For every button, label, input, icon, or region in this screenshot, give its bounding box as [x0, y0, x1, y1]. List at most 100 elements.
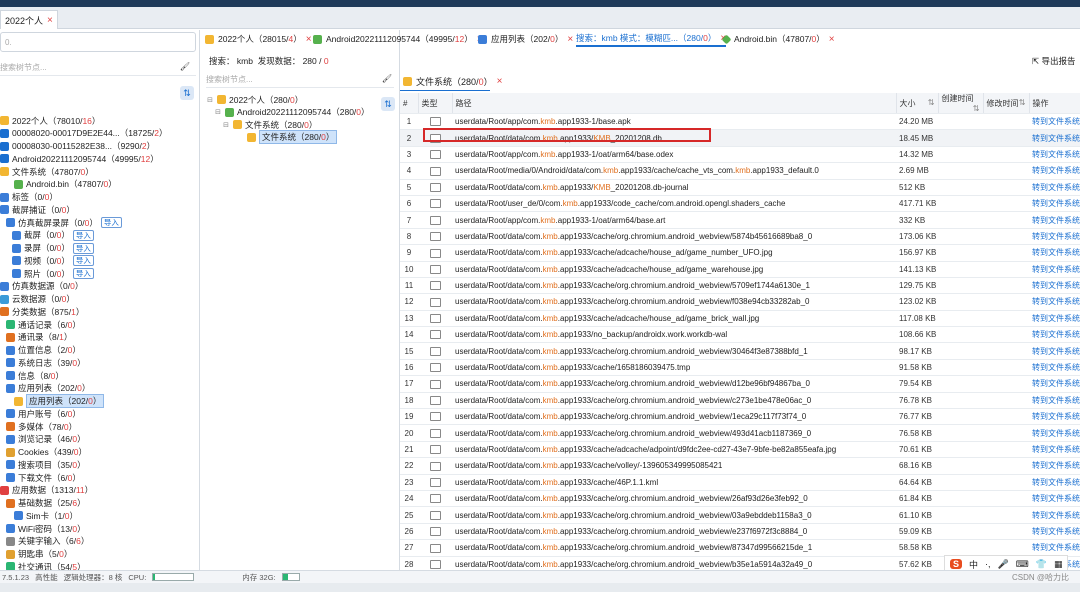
import-button[interactable]: 导入	[72, 242, 94, 254]
goto-filesystem-link[interactable]: 转到文件系统	[1029, 211, 1080, 229]
goto-filesystem-link[interactable]: 转到文件系统	[1029, 359, 1080, 377]
column-header[interactable]: 大小 ⇅	[896, 93, 939, 114]
tree-item[interactable]: 00008030-00115282E38...（9290/2）	[0, 140, 199, 153]
file-system-tab[interactable]: 文件系统（280/0） ×	[403, 73, 502, 90]
table-row[interactable]: 5 userdata/Root/data/com.kmb.app1933/KMB_…	[400, 179, 1080, 196]
table-row[interactable]: 19 userdata/Root/data/com.kmb.app1933/cac…	[400, 408, 1080, 426]
table-row[interactable]: 25 userdata/Root/data/com.kmb.app1933/cac…	[400, 506, 1080, 524]
tree-search-input[interactable]: 搜索树节点... 🖌	[0, 62, 196, 76]
tree-item[interactable]: 截屏捕证（0/0）	[0, 203, 199, 216]
table-row[interactable]: 15 userdata/Root/data/com.kmb.app1933/cac…	[400, 342, 1080, 360]
tree-item[interactable]: Cookies（439/0）	[0, 446, 199, 459]
goto-filesystem-link[interactable]: 转到文件系统	[1029, 195, 1080, 213]
close-icon[interactable]: ×	[47, 15, 53, 26]
tree-item[interactable]: 标签（0/0）	[0, 191, 199, 204]
column-header[interactable]: 操作	[1029, 93, 1080, 114]
mid-tree-item[interactable]: ⊟ 2022个人（280/0）	[200, 93, 400, 106]
goto-filesystem-link[interactable]: 转到文件系统	[1029, 129, 1080, 147]
import-button[interactable]: 导入	[72, 268, 94, 279]
goto-filesystem-link[interactable]: 转到文件系统	[1029, 228, 1080, 246]
table-row[interactable]: 14 userdata/Root/data/com.kmb.app1933/no_…	[400, 326, 1080, 344]
table-row[interactable]: 4 userdata/Root/media/0/Android/data/com.…	[400, 162, 1080, 180]
table-row[interactable]: 7 userdata/Root/app/com.kmb.app1933-1/oat…	[400, 211, 1080, 229]
tree-item[interactable]: 文件系统（47807/0）	[0, 165, 199, 178]
tree-item[interactable]: Android.bin（47807/0）	[0, 178, 199, 191]
tree-item[interactable]: 截屏（0/0） 导入	[0, 229, 199, 242]
column-header[interactable]: #	[400, 93, 419, 114]
goto-filesystem-link[interactable]: 转到文件系统	[1029, 474, 1080, 491]
tree-item[interactable]: Sim卡（1/0）	[0, 509, 199, 522]
tree-item[interactable]: WiFi密码（13/0）	[0, 522, 199, 535]
table-row[interactable]: 3 userdata/Root/app/com.kmb.app1933-1/oat…	[400, 146, 1080, 164]
grid-icon[interactable]: ▦	[1054, 559, 1063, 570]
goto-filesystem-link[interactable]: 转到文件系统	[1029, 342, 1080, 360]
table-row[interactable]: 13 userdata/Root/data/com.kmb.app1933/cac…	[400, 310, 1080, 328]
goto-filesystem-link[interactable]: 转到文件系统	[1029, 146, 1080, 164]
content-tab[interactable]: 应用列表（202/0） ×	[478, 31, 573, 47]
brush-icon[interactable]: 🖌	[382, 74, 392, 83]
tree-item[interactable]: 应用列表（202/0）	[0, 394, 199, 408]
table-row[interactable]: 23 userdata/Root/data/com.kmb.app1933/cac…	[400, 474, 1080, 491]
goto-filesystem-link[interactable]: 转到文件系统	[1029, 179, 1080, 196]
tree-item[interactable]: 仿真截屏录屏（0/0） 导入	[0, 216, 199, 229]
sort-icon[interactable]: ⇅	[928, 98, 935, 107]
tree-item[interactable]: 00008020-00017D9E2E44...（18725/2）	[0, 127, 199, 140]
table-row[interactable]: 16 userdata/Root/data/com.kmb.app1933/cac…	[400, 359, 1080, 377]
export-report-button[interactable]: ⇱ 导出报告	[1032, 55, 1076, 67]
goto-filesystem-link[interactable]: 转到文件系统	[1029, 523, 1080, 541]
table-row[interactable]: 8 userdata/Root/data/com.kmb.app1933/cach…	[400, 228, 1080, 246]
tree-item[interactable]: 仿真数据源（0/0）	[0, 280, 199, 293]
case-search-input[interactable]: 0.	[0, 32, 196, 52]
tree-item[interactable]: 照片（0/0） 导入	[0, 267, 199, 280]
goto-filesystem-link[interactable]: 转到文件系统	[1029, 310, 1080, 328]
table-row[interactable]: 18 userdata/Root/data/com.kmb.app1933/cac…	[400, 392, 1080, 410]
column-header[interactable]: 路径	[452, 93, 897, 114]
tree-item[interactable]: 社交通讯（54/5）	[0, 560, 199, 570]
tree-item[interactable]: Android20221112095744（49995/12）	[0, 152, 199, 165]
sort-button[interactable]: ⇅	[180, 86, 194, 100]
tree-item[interactable]: 基础数据（25/6）	[0, 497, 199, 510]
microphone-icon[interactable]: 🎤	[998, 559, 1009, 570]
content-tab[interactable]: 2022个人（28015/4） ×	[205, 31, 312, 47]
goto-filesystem-link[interactable]: 转到文件系统	[1029, 326, 1080, 344]
tree-item[interactable]: 系统日志（39/0）	[0, 356, 199, 369]
ime-punct[interactable]: ·,	[985, 559, 991, 569]
goto-filesystem-link[interactable]: 转到文件系统	[1029, 244, 1080, 262]
tree-item[interactable]: 通话记录（6/0）	[0, 318, 199, 331]
tree-item[interactable]: 钥匙串（5/0）	[0, 548, 199, 561]
import-button[interactable]: 导入	[100, 217, 122, 228]
goto-filesystem-link[interactable]: 转到文件系统	[1029, 539, 1080, 557]
mid-tree-item[interactable]: 文件系统（280/0）	[200, 130, 400, 144]
mid-tree-item[interactable]: ⊟ Android20221112095744（280/0）	[200, 106, 400, 119]
content-tab[interactable]: 搜索：kmb 模式：模糊匹...（280/0）×	[576, 31, 727, 47]
goto-filesystem-link[interactable]: 转到文件系统	[1029, 441, 1080, 459]
goto-filesystem-link[interactable]: 转到文件系统	[1029, 277, 1080, 295]
table-row[interactable]: 24 userdata/Root/data/com.kmb.app1933/cac…	[400, 490, 1080, 508]
close-icon[interactable]: ×	[829, 34, 835, 45]
table-row[interactable]: 22 userdata/Root/data/com.kmb.app1933/cac…	[400, 457, 1080, 475]
content-tab[interactable]: Android.bin（47807/0） ×	[721, 31, 835, 47]
tree-item[interactable]: 分类数据（875/1）	[0, 305, 199, 318]
skin-icon[interactable]: 👕	[1036, 559, 1047, 570]
keyboard-icon[interactable]: ⌨	[1016, 559, 1029, 570]
close-icon[interactable]: ×	[567, 34, 573, 45]
window-tab[interactable]: 2022个人 ×	[0, 10, 58, 29]
goto-filesystem-link[interactable]: 转到文件系统	[1029, 490, 1080, 508]
column-header[interactable]: 创建时间 ⇅	[938, 93, 984, 114]
goto-filesystem-link[interactable]: 转到文件系统	[1029, 506, 1080, 524]
table-row[interactable]: 6 userdata/Root/user_de/0/com.kmb.app1933…	[400, 195, 1080, 213]
column-header[interactable]: 修改时间 ⇅	[983, 93, 1030, 114]
table-row[interactable]: 11 userdata/Root/data/com.kmb.app1933/cac…	[400, 277, 1080, 295]
tree-item[interactable]: 位置信息（2/0）	[0, 344, 199, 357]
sort-icon[interactable]: ⇅	[973, 104, 980, 113]
table-row[interactable]: 17 userdata/Root/data/com.kmb.app1933/cac…	[400, 375, 1080, 393]
tree-item[interactable]: 视频（0/0） 导入	[0, 254, 199, 267]
brush-icon[interactable]: 🖌	[180, 62, 190, 71]
goto-filesystem-link[interactable]: 转到文件系统	[1029, 408, 1080, 426]
table-row[interactable]: 9 userdata/Root/data/com.kmb.app1933/cach…	[400, 244, 1080, 262]
goto-filesystem-link[interactable]: 转到文件系统	[1029, 261, 1080, 278]
goto-filesystem-link[interactable]: 转到文件系统	[1029, 293, 1080, 311]
table-row[interactable]: 12 userdata/Root/data/com.kmb.app1933/cac…	[400, 293, 1080, 311]
tree-item[interactable]: 通讯录（8/1）	[0, 331, 199, 344]
tree-item[interactable]: 云数据源（0/0）	[0, 293, 199, 306]
